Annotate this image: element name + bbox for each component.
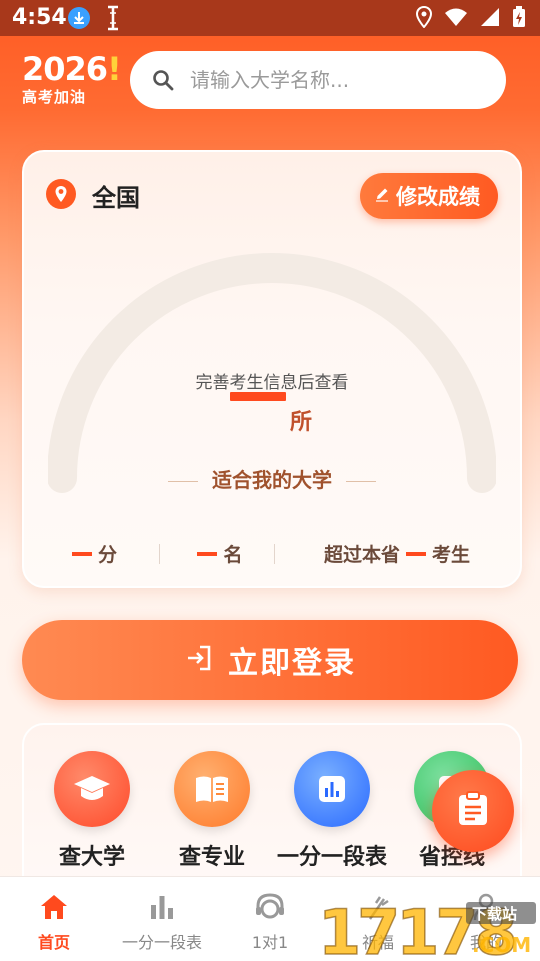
location-status-icon [415,5,433,32]
rank-value-placeholder [197,551,218,556]
login-icon [184,643,214,677]
nav-label: 一分一段表 [121,933,202,952]
tool-label: 查大学 [58,845,125,870]
tool-major[interactable]: 查专业 [152,751,272,871]
battery-icon [512,6,526,32]
graduation-cap-icon [54,751,130,827]
nav-label: 首页 [37,933,70,952]
status-bar: 4:54 [0,0,540,36]
bar-chart-icon [108,891,216,923]
svg-text:.COM: .COM [472,933,531,957]
tool-label: 查专业 [178,845,245,870]
search-bar[interactable] [130,51,506,109]
floating-clipboard-button[interactable] [432,770,514,852]
brand-mark: ! [107,50,122,88]
location-label: 全国 [92,184,140,212]
score-unit: 分 [97,544,117,566]
brand-logo: 2026! 高考加油 [22,50,122,107]
login-button[interactable]: 立即登录 [22,620,518,700]
status-icons [415,5,526,32]
location-pin-icon [46,178,76,213]
pencil-icon [374,186,390,206]
bar-chart-icon [294,751,370,827]
location-selector[interactable]: 全国 [46,178,140,213]
stat-rank: 名 [160,540,274,567]
brand-slogan: 高考加油 [22,88,87,106]
download-icon [68,7,90,29]
nav-score-table[interactable]: 一分一段表 [108,891,216,953]
signal-icon [480,7,500,31]
watermark-logo: 17178 下载站 .COM [317,896,536,960]
search-icon [152,69,174,91]
nav-consult[interactable]: 1对1 [216,891,324,953]
score-value-placeholder [71,551,92,556]
edit-score-label: 修改成绩 [396,185,480,209]
nav-home[interactable]: 首页 [0,891,108,953]
exceed-suffix: 考生 [432,544,471,566]
text-cursor-icon [106,5,120,35]
headset-icon [216,891,324,923]
login-label: 立即登录 [228,646,356,681]
svg-text:下载站: 下载站 [472,905,517,923]
gauge-caption-text: 适合我的大学 [212,468,332,492]
gauge-value-placeholder [230,392,286,401]
home-icon [0,891,108,923]
search-input[interactable] [188,67,492,93]
status-time: 4:54 [12,5,67,30]
gauge-caption: 适合我的大学 [24,464,520,493]
stat-exceed: 超过本省 考生 [275,540,519,567]
gauge-unit: 所 [290,410,313,435]
score-stats: 分 名 超过本省 考生 [24,540,520,567]
tool-score-table[interactable]: 一分一段表 [272,751,392,871]
brand-year: 2026 [22,50,108,88]
exceed-prefix: 超过本省 [323,544,400,566]
gauge-hint: 完善考生信息后查看 [195,373,349,393]
wifi-icon [444,7,468,31]
score-card: 全国 修改成绩 完善考生信息后查看 所 适合我的大学 分 名 超过本省 考生 [22,150,522,588]
exceed-value-placeholder [406,551,426,556]
book-icon [174,751,250,827]
stat-score: 分 [24,540,159,567]
rank-unit: 名 [223,544,243,566]
clipboard-icon [457,791,489,831]
edit-score-button[interactable]: 修改成绩 [360,173,498,219]
tool-label: 一分一段表 [276,845,387,870]
nav-label: 1对1 [251,933,289,952]
tool-university[interactable]: 查大学 [32,751,152,871]
